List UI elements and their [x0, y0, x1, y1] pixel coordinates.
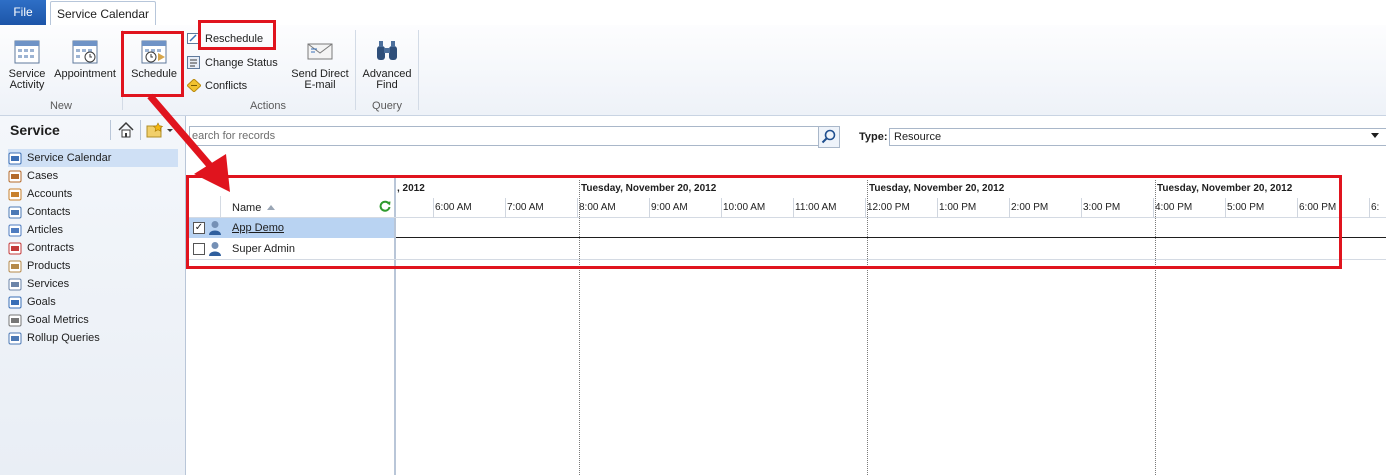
type-label: Type: — [859, 131, 888, 143]
sidebar-item-contacts[interactable]: Contacts — [8, 203, 178, 221]
envelope-icon — [307, 43, 333, 60]
sidebar-item-label: Articles — [27, 224, 64, 236]
goals-icon — [8, 296, 22, 309]
annotation-box-schedule-grid — [186, 175, 1342, 269]
contracts-icon — [8, 242, 22, 255]
sidebar-item-products[interactable]: Products — [8, 257, 178, 275]
sidebar-item-goals[interactable]: Goals — [8, 293, 178, 311]
group-separator — [355, 30, 356, 110]
accounts-icon — [8, 188, 22, 201]
sidebar-item-rollup-queries[interactable]: Rollup Queries — [8, 329, 178, 347]
services-icon — [8, 278, 22, 291]
divider — [110, 120, 111, 140]
binoculars-icon — [377, 41, 397, 60]
send-direct-email-button[interactable]: Send Direct E-mail — [288, 36, 352, 91]
contacts-icon — [8, 206, 22, 219]
appointment-label: Appointment — [54, 68, 116, 80]
file-tab[interactable]: File — [0, 0, 46, 25]
annotation-box-schedule — [121, 31, 184, 97]
conflicts-icon — [187, 79, 201, 92]
search-icon — [821, 129, 836, 144]
sidebar-item-contracts[interactable]: Contracts — [8, 239, 178, 257]
sidebar-item-label: Cases — [27, 170, 59, 182]
calendar-icon — [8, 152, 22, 165]
goal-metrics-icon — [8, 314, 22, 327]
sidebar-item-label: Rollup Queries — [27, 332, 100, 344]
send-direct-email-label-2: E-mail — [304, 79, 336, 91]
sidebar-item-label: Goals — [27, 296, 56, 308]
divider — [1369, 198, 1370, 218]
change-status-label: Change Status — [205, 56, 278, 69]
sidebar-item-label: Contracts — [27, 242, 75, 254]
appointment-button[interactable]: Appointment — [52, 36, 118, 80]
sidebar-item-label: Services — [27, 278, 70, 290]
service-activity-label-2: Activity — [9, 79, 45, 91]
group-label-query: Query — [372, 100, 402, 112]
sidebar-item-articles[interactable]: Articles — [8, 221, 178, 239]
advanced-find-label-2: Find — [376, 79, 398, 91]
sidebar-item-label: Products — [27, 260, 71, 272]
search-button[interactable] — [818, 126, 840, 148]
group-label-new: New — [49, 100, 72, 112]
advanced-find-button[interactable]: Advanced Find — [358, 36, 416, 91]
cases-icon — [8, 170, 22, 183]
home-icon[interactable] — [117, 121, 135, 139]
sidebar-item-label: Accounts — [27, 188, 73, 200]
chevron-down-icon[interactable] — [1371, 133, 1379, 138]
sidebar-item-services[interactable]: Services — [8, 275, 178, 293]
sidebar-item-label: Service Calendar — [27, 152, 112, 164]
products-icon — [8, 260, 22, 273]
appointment-icon — [72, 40, 98, 64]
sidebar-item-label: Contacts — [27, 206, 71, 218]
change-status-button[interactable]: Change Status — [187, 54, 278, 71]
annotation-box-reschedule — [198, 20, 276, 50]
time-slot-label: 6: — [1371, 202, 1380, 213]
sidebar-item-label: Goal Metrics — [27, 314, 89, 326]
service-activity-icon — [14, 40, 40, 64]
annotation-arrow-icon — [147, 93, 230, 192]
nav-title: Service — [10, 122, 60, 138]
tab-service-calendar[interactable]: Service Calendar — [50, 1, 156, 27]
sidebar-item-goal-metrics[interactable]: Goal Metrics — [8, 311, 178, 329]
change-status-icon — [187, 56, 200, 69]
rollup-queries-icon — [8, 332, 22, 345]
group-separator — [418, 30, 419, 110]
type-select[interactable]: Resource — [889, 128, 1386, 146]
search-input[interactable]: earch for records — [189, 126, 819, 146]
service-activity-button[interactable]: Service Activity — [6, 36, 48, 91]
articles-icon — [8, 224, 22, 237]
